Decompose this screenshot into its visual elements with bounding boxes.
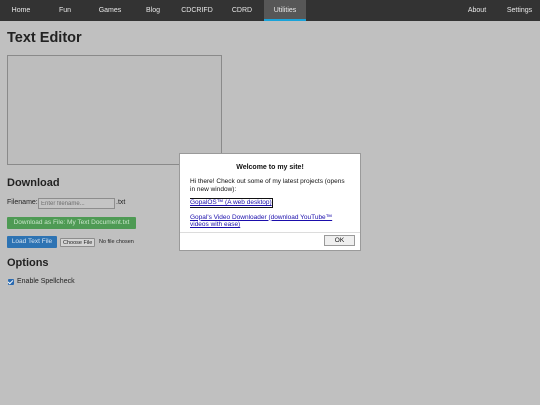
- filename-label: Filename:: [7, 199, 38, 206]
- nav-cdrd[interactable]: CDRD: [220, 0, 264, 21]
- dialog-title: Welcome to my site!: [236, 164, 304, 171]
- nav-cdcrifd[interactable]: CDCRIFD: [174, 0, 220, 21]
- dialog-divider: [180, 232, 360, 233]
- nav-utilities[interactable]: Utilities: [264, 0, 306, 21]
- nav-home[interactable]: Home: [0, 0, 42, 21]
- ok-button[interactable]: OK: [324, 235, 355, 246]
- welcome-dialog: Welcome to my site! Hi there! Check out …: [179, 153, 361, 251]
- spellcheck-label[interactable]: Enable Spellcheck: [17, 278, 75, 285]
- text-editor-area[interactable]: [7, 55, 222, 165]
- page-title: Text Editor: [7, 30, 82, 46]
- spellcheck-checkbox[interactable]: [8, 279, 14, 285]
- nav-settings[interactable]: Settings: [499, 0, 540, 21]
- nav-games[interactable]: Games: [88, 0, 132, 21]
- filename-input[interactable]: [38, 198, 115, 209]
- link-gopalos[interactable]: GopalOS™ (A web desktop): [190, 198, 273, 208]
- top-nav-bar: Home Fun Games Blog CDCRIFD CDRD Utiliti…: [0, 0, 540, 21]
- nav-fun[interactable]: Fun: [42, 0, 88, 21]
- nav-about[interactable]: About: [457, 0, 497, 21]
- download-file-button[interactable]: Download as File: My Text Document.txt: [7, 217, 136, 229]
- filename-extension: .txt: [116, 199, 126, 206]
- no-file-chosen-text: No file chosen: [99, 239, 134, 245]
- dialog-intro-text: Hi there! Check out some of my latest pr…: [190, 178, 345, 193]
- download-heading: Download: [7, 177, 60, 189]
- load-text-file-button[interactable]: Load Text File: [7, 236, 57, 248]
- choose-file-button[interactable]: Choose File: [60, 238, 96, 247]
- nav-blog[interactable]: Blog: [132, 0, 174, 21]
- dialog-body: Hi there! Check out some of my latest pr…: [190, 178, 350, 232]
- link-video-downloader[interactable]: Gopal's Video Downloader (download YouTu…: [190, 214, 350, 229]
- options-heading: Options: [7, 257, 49, 269]
